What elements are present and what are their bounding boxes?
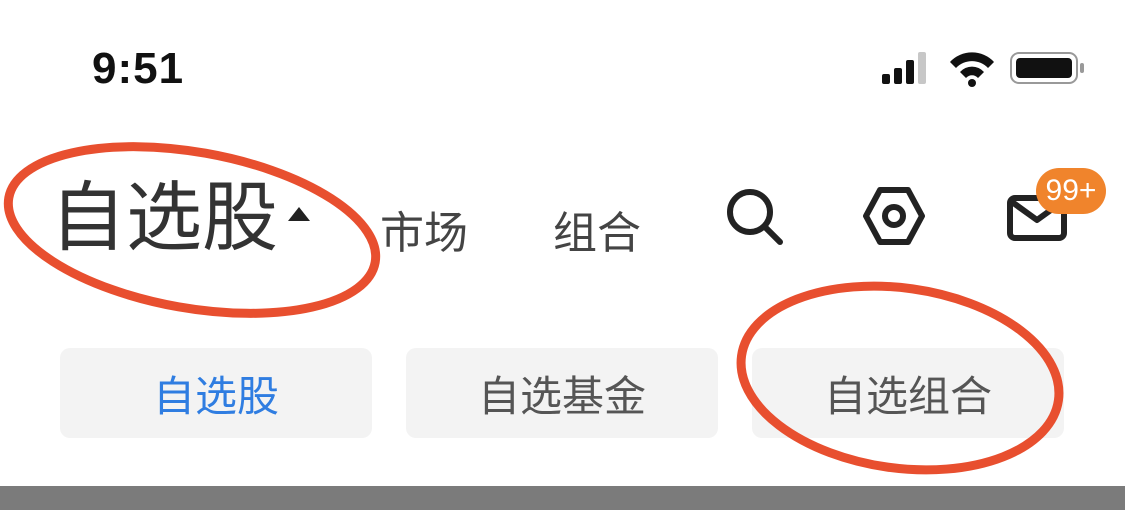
battery-icon [1010,52,1084,84]
tab-portfolio[interactable]: 组合 [553,212,641,256]
tab-market[interactable]: 市场 [380,212,468,256]
mail-badge: 99+ [1036,168,1106,214]
caret-up-icon [288,207,310,221]
status-time: 9:51 [92,44,185,93]
search-icon [727,189,783,245]
segment-watchlist-funds[interactable]: 自选基金 [406,348,718,438]
wifi-icon [950,52,994,87]
signal-icon [882,52,926,84]
settings-button[interactable] [862,184,926,248]
content-divider [0,486,1125,510]
settings-icon [863,187,925,245]
tab-watchlist-label: 自选股 [50,173,278,262]
segment-watchlist-portfolios[interactable]: 自选组合 [752,348,1064,438]
status-icons [882,52,1084,87]
search-button[interactable] [722,184,786,248]
segment-watchlist-stocks[interactable]: 自选股 [60,348,372,438]
tab-watchlist[interactable]: 自选股 [50,180,310,256]
